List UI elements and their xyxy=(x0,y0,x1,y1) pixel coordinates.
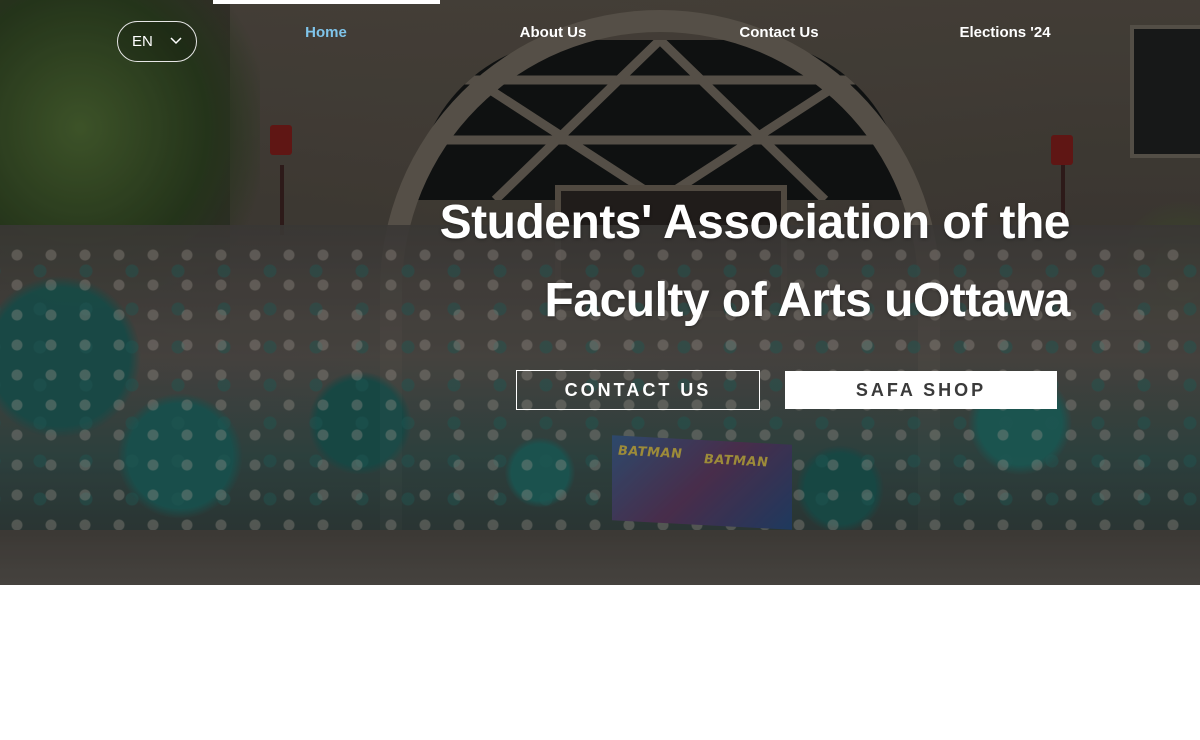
language-selector[interactable]: EN xyxy=(117,21,197,62)
nav-item-home[interactable]: Home xyxy=(286,24,366,41)
hero-title-line2: Faculty of Arts uOttawa xyxy=(544,274,1071,327)
nav-active-indicator xyxy=(213,0,440,4)
nav-item-elections-24[interactable]: Elections '24 xyxy=(945,24,1065,41)
hero-title-line1: Students' Association of the xyxy=(439,196,1071,249)
hero-title: Students' Association of the Faculty of … xyxy=(360,184,1071,340)
nav-item-about-us[interactable]: About Us xyxy=(503,24,603,41)
safa-shop-button[interactable]: SAFA SHOP xyxy=(785,371,1057,409)
contact-us-button[interactable]: CONTACT US xyxy=(516,370,760,410)
nav-item-contact-us[interactable]: Contact Us xyxy=(724,24,834,41)
language-label: EN xyxy=(132,33,153,50)
chevron-down-icon xyxy=(170,37,182,45)
